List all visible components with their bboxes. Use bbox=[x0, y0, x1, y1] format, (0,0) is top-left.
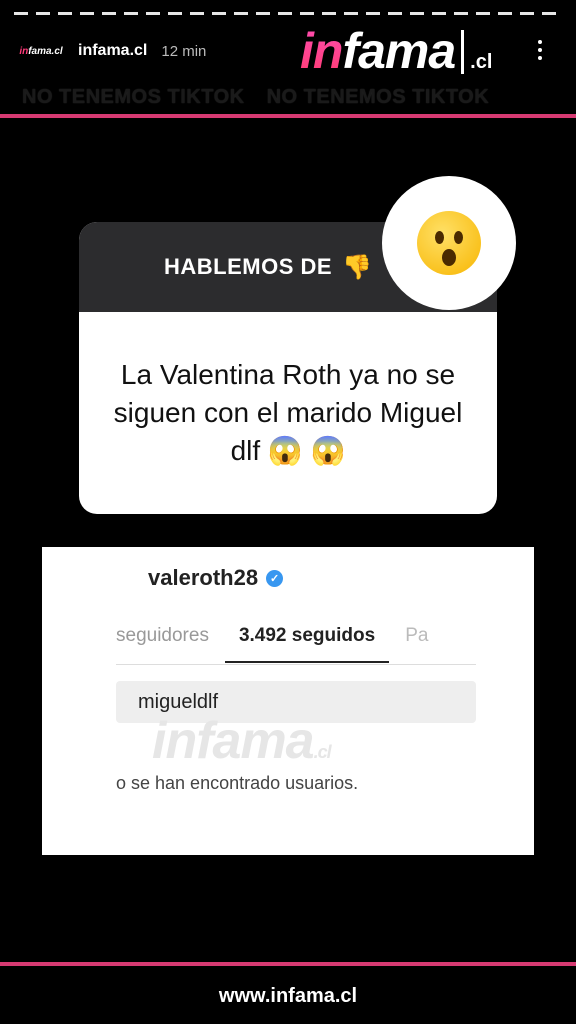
tab-more: Pa bbox=[405, 625, 429, 646]
thumbs-down-icon: 👎 bbox=[342, 253, 372, 281]
question-title: HABLEMOS DE bbox=[164, 254, 333, 279]
logo-divider bbox=[461, 30, 465, 74]
story-progress-bar bbox=[14, 12, 562, 15]
tabs-divider bbox=[116, 664, 476, 665]
avatar[interactable]: in fama.cl bbox=[18, 42, 64, 60]
story-username[interactable]: infama.cl bbox=[78, 42, 147, 60]
question-sticker-body: La Valentina Roth ya no se siguen con el… bbox=[79, 312, 497, 514]
surprised-face-icon bbox=[417, 211, 481, 275]
tab-following: 3.492 seguidos bbox=[224, 625, 390, 663]
instagram-screenshot: valeroth28 ✓ seguidores 3.492 seguidos P… bbox=[42, 547, 534, 855]
brand-logo: in fama .cl bbox=[300, 23, 493, 79]
more-options-icon[interactable] bbox=[538, 40, 544, 60]
story-timestamp: 12 min bbox=[161, 42, 207, 60]
tab-followers: seguidores bbox=[116, 625, 209, 646]
top-accent-line bbox=[0, 114, 576, 118]
story-header: in fama.cl infama.cl 12 min bbox=[18, 34, 206, 68]
no-results-text: o se han encontrado usuarios. bbox=[116, 773, 359, 793]
watermark: infama.cl bbox=[152, 712, 332, 770]
question-text: La Valentina Roth ya no se siguen con el… bbox=[113, 359, 463, 466]
emoji-sticker bbox=[382, 176, 516, 310]
follow-tabs: seguidores 3.492 seguidos Pa bbox=[116, 625, 534, 663]
bottom-accent-line bbox=[0, 962, 576, 966]
profile-username: valeroth28 ✓ bbox=[148, 565, 284, 591]
verified-badge-icon: ✓ bbox=[266, 569, 284, 587]
tiktok-banner: NO TENEMOS TIKTOK NO TENEMOS TIKTOK bbox=[22, 86, 490, 108]
footer-url[interactable]: www.infama.cl bbox=[0, 985, 576, 1008]
